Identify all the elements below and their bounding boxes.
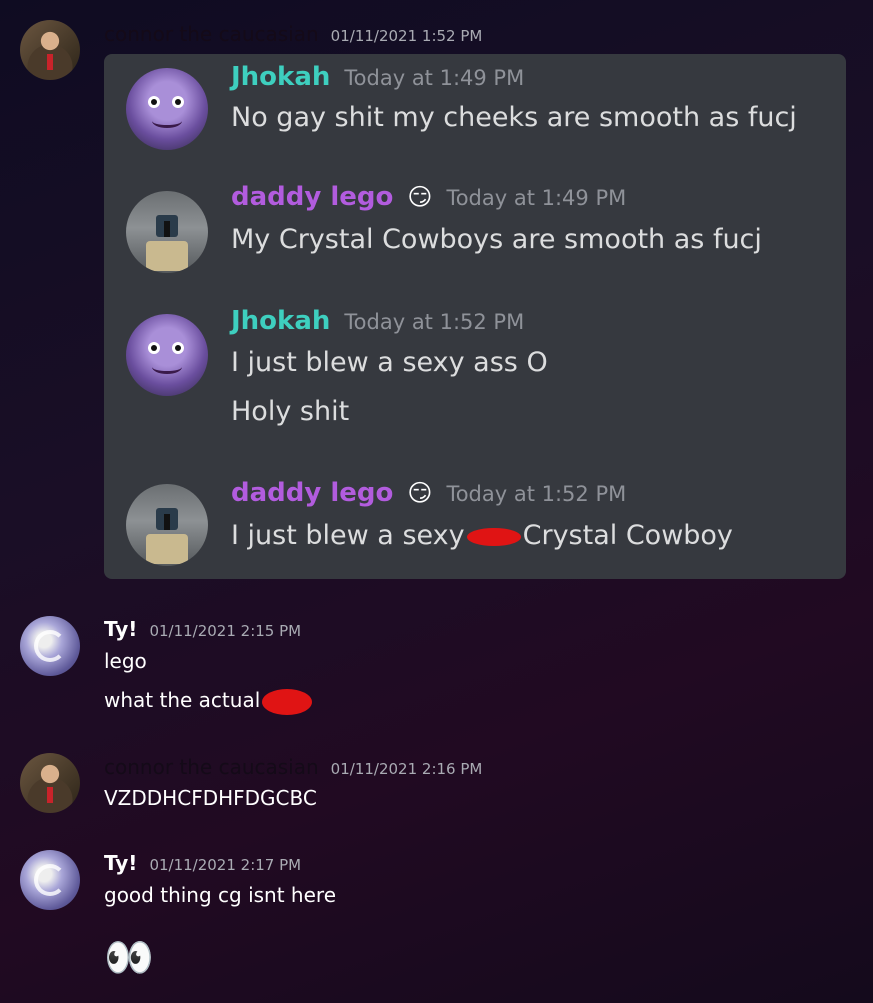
avatar: [126, 484, 208, 566]
timestamp: 01/11/2021 1:52 PM: [330, 27, 483, 45]
quoted-text: No gay shit my cheeks are smooth as fucj: [231, 102, 797, 133]
quoted-text: My Crystal Cowboys are smooth as fucj: [231, 224, 762, 255]
quoted-text-part: Crystal Cowboy: [522, 520, 733, 551]
message-text: VZDDHCFDHFDGCBC: [104, 786, 317, 810]
avatar[interactable]: [20, 616, 80, 676]
smirk-emoji: 😏: [407, 183, 433, 211]
message-text: lego: [104, 649, 147, 673]
eyes-emoji: 👀: [104, 935, 154, 981]
quoted-text-part: I just blew a sexy: [231, 520, 465, 551]
quoted-timestamp: Today at 1:52 PM: [446, 482, 627, 506]
avatar[interactable]: [20, 850, 80, 910]
message-text: what the actual: [104, 688, 313, 715]
quoted-username: daddy lego: [231, 182, 394, 212]
avatar: [126, 68, 208, 150]
timestamp: 01/11/2021 2:16 PM: [330, 760, 483, 778]
username[interactable]: connor the caucasian: [104, 22, 319, 46]
username[interactable]: connor the caucasian: [104, 755, 319, 779]
redaction-scribble: [466, 527, 521, 546]
timestamp: 01/11/2021 2:17 PM: [149, 856, 302, 874]
quoted-messages-block: Jhokah Today at 1:49 PM No gay shit my c…: [104, 54, 846, 579]
quoted-username: Jhokah: [231, 306, 331, 336]
avatar[interactable]: [20, 753, 80, 813]
username[interactable]: Ty!: [104, 851, 137, 875]
quoted-timestamp: Today at 1:49 PM: [446, 186, 627, 210]
message-text: good thing cg isnt here: [104, 883, 336, 907]
username[interactable]: Ty!: [104, 617, 137, 641]
avatar: [126, 314, 208, 396]
redaction-scribble: [262, 688, 313, 715]
avatar: [126, 191, 208, 273]
quoted-text: Holy shit: [231, 396, 350, 427]
quoted-username: Jhokah: [231, 62, 331, 92]
message-text-part: what the actual: [104, 688, 261, 712]
quoted-text: I just blew a sexy ass O: [231, 347, 548, 378]
timestamp: 01/11/2021 2:15 PM: [149, 622, 302, 640]
quoted-timestamp: Today at 1:52 PM: [344, 310, 525, 334]
message-connor-1: connor the caucasian 01/11/2021 1:52 PM …: [0, 0, 873, 590]
quoted-timestamp: Today at 1:49 PM: [344, 66, 525, 90]
quoted-text: I just blew a sexy Crystal Cowboy: [231, 520, 733, 551]
smirk-emoji: 😏: [407, 479, 433, 507]
quoted-username: daddy lego: [231, 478, 394, 508]
avatar[interactable]: [20, 20, 80, 80]
